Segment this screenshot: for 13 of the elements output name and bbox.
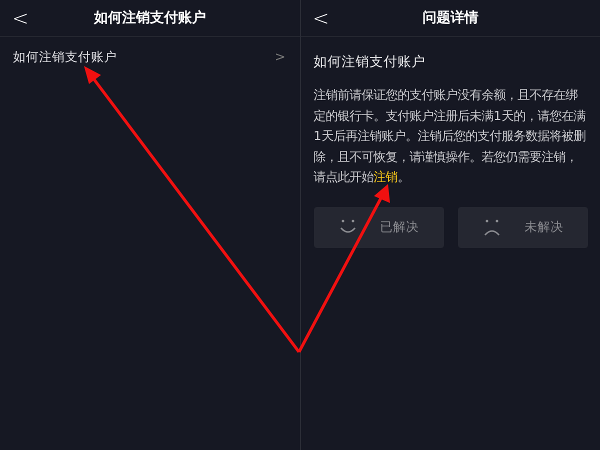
back-button[interactable]: < — [312, 6, 330, 30]
feedback-button[interactable]: 已解决 — [314, 206, 444, 248]
item-label: 如何注销支付账户 — [13, 48, 117, 66]
question-title: 如何注销支付账户 — [314, 53, 426, 71]
feedback-button[interactable]: 未解决 — [458, 206, 588, 248]
answer-text: 注销前请保证您的支付账户没有余额，且不存在绑定的银行卡。支付账户注册后未满1天的，请您在满1天后再注销账户。注销后您的支付服务数据将被删除，且不可恢复，请谨慎操作。若您仍需要注销，请点此开始注销。 — [314, 86, 586, 186]
frown-icon — [482, 217, 502, 237]
screen-title: 问题详情 — [422, 9, 478, 27]
cancel-link[interactable]: 注销 — [374, 169, 398, 184]
screen-title: 如何注销支付账户 — [94, 9, 206, 27]
chevron-icon: > — [274, 50, 286, 64]
list-item[interactable]: 如何注销支付账户 > — [0, 37, 300, 77]
back-button[interactable]: < — [12, 6, 29, 30]
